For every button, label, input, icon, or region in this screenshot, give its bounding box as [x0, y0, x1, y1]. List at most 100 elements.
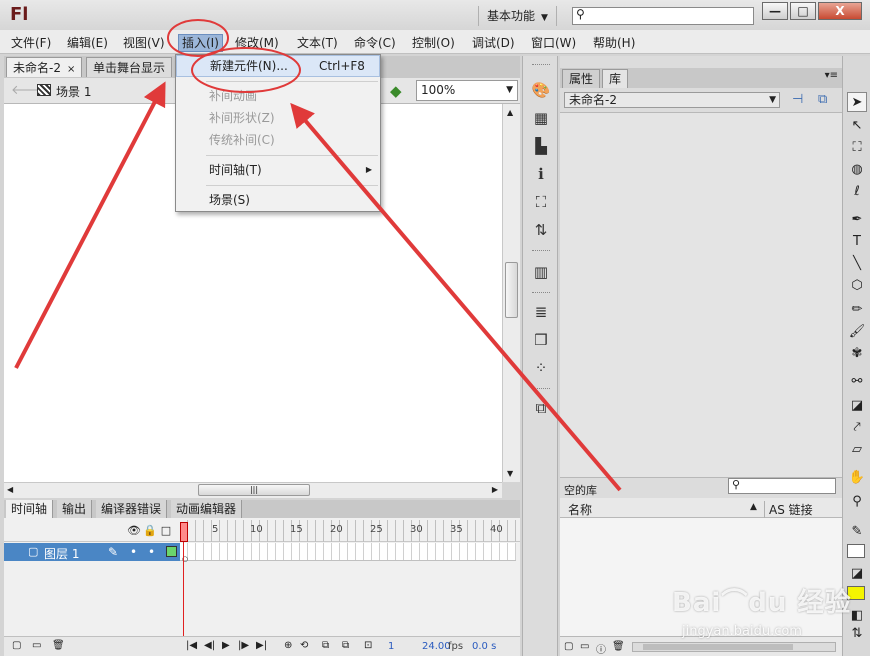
actions-panel-icon[interactable]: ≣ [531, 302, 551, 322]
maximize-button[interactable]: □ [790, 2, 816, 20]
eye-icon[interactable]: 👁 [126, 524, 142, 537]
play-icon[interactable]: ▶ [222, 640, 230, 651]
frame-ruler[interactable]: 1 5 10 15 20 25 30 35 40 [180, 520, 516, 542]
workspace-switcher[interactable]: 基本功能 ▼ [478, 6, 557, 26]
onion-outline-icon[interactable]: ⧉ [342, 640, 349, 651]
tab-properties[interactable]: 属性 [562, 69, 601, 88]
panel-grip[interactable] [532, 250, 550, 253]
brush-tool-icon[interactable]: 🖌 [847, 322, 867, 342]
menu-file[interactable]: 文件(F) [8, 34, 54, 52]
library-panel-icon[interactable]: ▥ [531, 262, 551, 282]
3d-rotation-tool-icon[interactable]: ◍ [847, 160, 867, 180]
deco-tool-icon[interactable]: ✾ [847, 344, 867, 364]
panel-grip[interactable] [532, 388, 550, 391]
subselection-tool-icon[interactable]: ↖ [847, 116, 867, 136]
menu-debug[interactable]: 调试(D) [469, 34, 518, 52]
polygon-tool-icon[interactable]: ⬡ [847, 276, 867, 296]
panel-grip[interactable] [532, 292, 550, 295]
library-document-select[interactable]: 未命名-2 ▼ [564, 92, 780, 108]
menu-commands[interactable]: 命令(C) [351, 34, 399, 52]
menu-new-symbol[interactable]: 新建元件(N)... Ctrl+F8 [176, 55, 380, 77]
scroll-thumb[interactable]: ||| [198, 484, 310, 496]
visibility-dot-icon[interactable]: • [130, 545, 137, 559]
scroll-right-icon[interactable]: ▶ [492, 485, 498, 494]
line-tool-icon[interactable]: ╲ [847, 254, 867, 274]
outline-color-icon[interactable] [166, 546, 177, 557]
menu-scene[interactable]: 场景(S) [176, 189, 380, 211]
properties-icon[interactable]: ⓘ [596, 641, 606, 656]
menu-edit[interactable]: 编辑(E) [64, 34, 111, 52]
align-panel-icon[interactable]: ▙ [531, 136, 551, 156]
swatches-panel-icon[interactable]: ▦ [531, 108, 551, 128]
transform-panel-icon[interactable]: ⛶ [531, 192, 551, 212]
new-folder-icon[interactable]: ▭ [580, 641, 589, 652]
delete-icon[interactable]: 🗑 [612, 641, 625, 652]
close-button[interactable]: X [818, 2, 862, 20]
tab-untitled-2[interactable]: 未命名-2 × [6, 57, 83, 77]
menu-window[interactable]: 窗口(W) [528, 34, 579, 52]
tab-compiler-errors[interactable]: 编译器错误 [96, 500, 168, 518]
column-name[interactable]: 名称 [568, 501, 592, 518]
menu-timeline[interactable]: 时间轴(T) ▶ [176, 159, 380, 181]
menu-view[interactable]: 视图(V) [120, 34, 168, 52]
selection-tool-icon[interactable]: ➤ [847, 92, 867, 112]
sort-up-icon[interactable]: ▲ [750, 502, 757, 512]
zoom-tool-icon[interactable]: ⚲ [847, 492, 867, 512]
stage-vertical-scrollbar[interactable]: ▲ ▼ [502, 104, 520, 482]
lock-icon[interactable]: 🔒 [142, 524, 158, 537]
onion-skin-icon[interactable]: ⧉ [322, 640, 329, 651]
tab-library[interactable]: 库 [602, 69, 629, 88]
next-frame-icon[interactable]: |▶ [238, 640, 249, 651]
prev-frame-icon[interactable]: ◀| [204, 640, 215, 651]
first-frame-icon[interactable]: |◀ [186, 640, 197, 651]
close-tab-icon[interactable]: × [67, 64, 75, 75]
menu-modify[interactable]: 修改(M) [232, 34, 282, 52]
scroll-thumb[interactable] [505, 262, 518, 318]
pen-tool-icon[interactable]: ✒ [847, 210, 867, 230]
history-panel-icon[interactable]: ⇅ [531, 220, 551, 240]
menu-control[interactable]: 控制(O) [409, 34, 458, 52]
new-library-panel-icon[interactable]: ⧉ [818, 92, 827, 107]
playhead[interactable] [180, 522, 188, 542]
minimize-button[interactable]: — [762, 2, 788, 20]
loop-icon[interactable]: ⟲ [300, 640, 308, 651]
menu-help[interactable]: 帮助(H) [590, 34, 638, 52]
panel-grip[interactable] [532, 64, 550, 67]
scene-panel-icon[interactable]: ⧉ [531, 398, 551, 418]
edit-multiple-frames-icon[interactable]: ⊡ [364, 640, 372, 651]
column-linkage[interactable]: AS 链接 [764, 501, 813, 518]
tab-timeline[interactable]: 时间轴 [6, 500, 54, 518]
pencil-tool-icon[interactable]: ✏ [847, 300, 867, 320]
eyedropper-tool-icon[interactable]: ⤤ [847, 418, 867, 438]
new-layer-icon[interactable]: ▢ [12, 640, 21, 651]
help-search-input[interactable]: ⚲ [572, 7, 754, 25]
paint-bucket-tool-icon[interactable]: ◪ [847, 396, 867, 416]
panel-menu-icon[interactable]: ▾≡ [825, 70, 838, 81]
stroke-color-swatch[interactable] [847, 544, 865, 558]
scroll-up-icon[interactable]: ▲ [507, 108, 513, 117]
frame-rate[interactable]: 24.00 [422, 641, 451, 652]
text-tool-icon[interactable]: T [847, 232, 867, 252]
lock-dot-icon[interactable]: • [148, 545, 155, 559]
tab-motion-editor[interactable]: 动画编辑器 [171, 500, 243, 518]
stage-horizontal-scrollbar[interactable]: ◀ ||| ▶ [4, 482, 502, 498]
new-symbol-icon[interactable]: ▢ [564, 641, 573, 652]
new-folder-icon[interactable]: ▭ [32, 640, 41, 651]
frames-row[interactable]: ○ [180, 543, 516, 563]
last-frame-icon[interactable]: ▶| [256, 640, 267, 651]
components-panel-icon[interactable]: ❒ [531, 330, 551, 350]
outline-icon[interactable]: □ [158, 524, 174, 537]
bone-tool-icon[interactable]: ⚯ [847, 372, 867, 392]
scroll-down-icon[interactable]: ▼ [507, 469, 513, 478]
tab-stage-hint[interactable]: 单击舞台显示 [86, 57, 173, 77]
edit-symbols-icon[interactable]: ◆ [390, 82, 402, 100]
menu-text[interactable]: 文本(T) [294, 34, 341, 52]
tab-output[interactable]: 输出 [57, 500, 93, 518]
scroll-left-icon[interactable]: ◀ [7, 485, 13, 494]
hand-tool-icon[interactable]: ✋ [847, 468, 867, 488]
eraser-tool-icon[interactable]: ▱ [847, 440, 867, 460]
info-panel-icon[interactable]: ℹ [531, 164, 551, 184]
library-search-input[interactable]: ⚲ [728, 478, 836, 494]
pin-library-icon[interactable]: ⊣ [792, 92, 803, 107]
motion-presets-icon[interactable]: ⁘ [531, 358, 551, 378]
